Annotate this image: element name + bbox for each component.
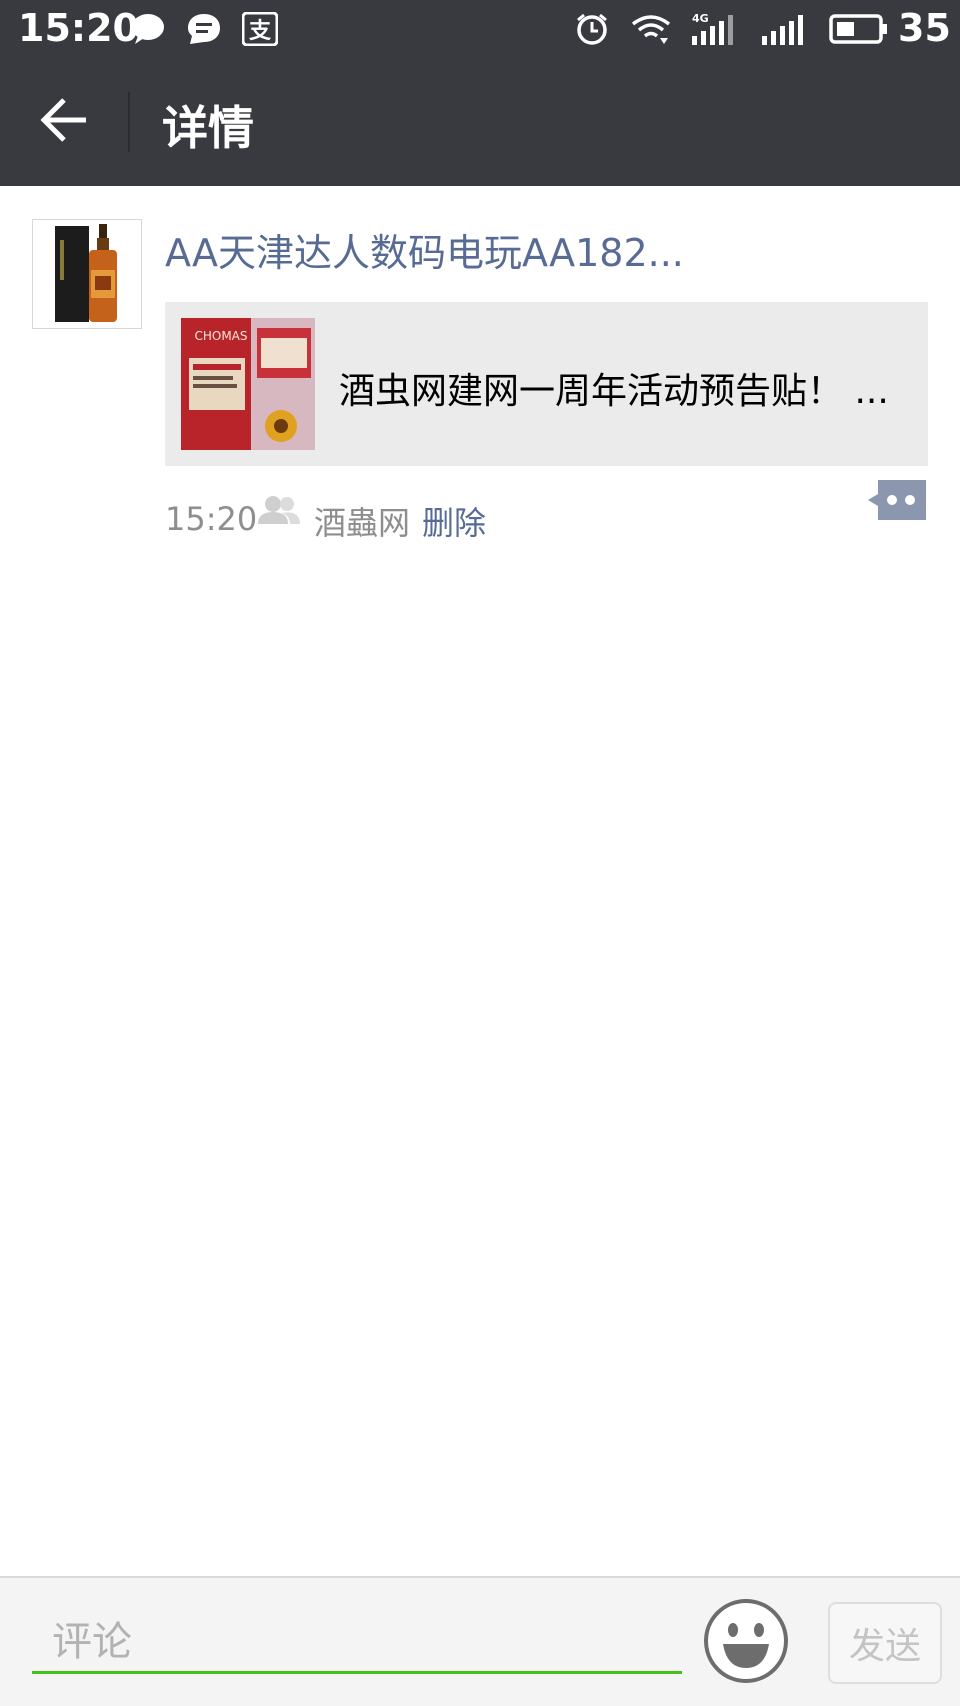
whisky-bottle-image xyxy=(33,220,141,328)
alarm-icon xyxy=(577,13,607,45)
link-title: 酒虫网建网一周年活动预告贴！ ... xyxy=(339,371,889,412)
link-thumbnail: CHOMAS xyxy=(181,318,315,450)
status-bar: 15:20 支 4G 35 xyxy=(0,0,960,58)
chat-bubble-icon xyxy=(132,14,164,44)
wifi-icon xyxy=(631,15,671,44)
message-icon xyxy=(188,14,220,44)
battery-icon xyxy=(829,14,887,44)
comment-input[interactable] xyxy=(32,1612,682,1674)
status-time: 15:20 xyxy=(18,6,139,50)
visible-group-label: 酒蟲网 xyxy=(314,504,411,542)
send-button[interactable]: 发送 xyxy=(828,1602,942,1684)
arrow-left-icon[interactable] xyxy=(28,88,100,152)
alipay-icon: 支 xyxy=(242,12,278,46)
post-time: 15:20 xyxy=(165,500,258,538)
battery-level: 35 xyxy=(898,6,951,50)
group-visibility-icon xyxy=(258,496,300,524)
emoji-icon[interactable] xyxy=(703,1598,789,1684)
delete-link[interactable]: 删除 xyxy=(422,498,486,544)
avatar[interactable] xyxy=(32,219,142,329)
title-bar: 详情 xyxy=(0,58,960,186)
page-title: 详情 xyxy=(162,101,254,155)
signal-icon xyxy=(762,15,803,45)
svg-text:4G: 4G xyxy=(692,12,709,25)
author-name[interactable]: AA天津达人数码电玩AA182... xyxy=(165,222,865,277)
svg-text:CHOMAS: CHOMAS xyxy=(194,329,247,343)
shared-link-card[interactable]: CHOMAS 酒虫网建网一周年活动预告贴！ ... xyxy=(165,302,928,466)
signal-4g-icon: 4G xyxy=(692,12,733,45)
comment-bubble-icon[interactable] xyxy=(866,478,928,522)
title-divider xyxy=(128,92,130,152)
comment-bar: 发送 xyxy=(0,1576,960,1706)
svg-text:支: 支 xyxy=(249,19,272,44)
